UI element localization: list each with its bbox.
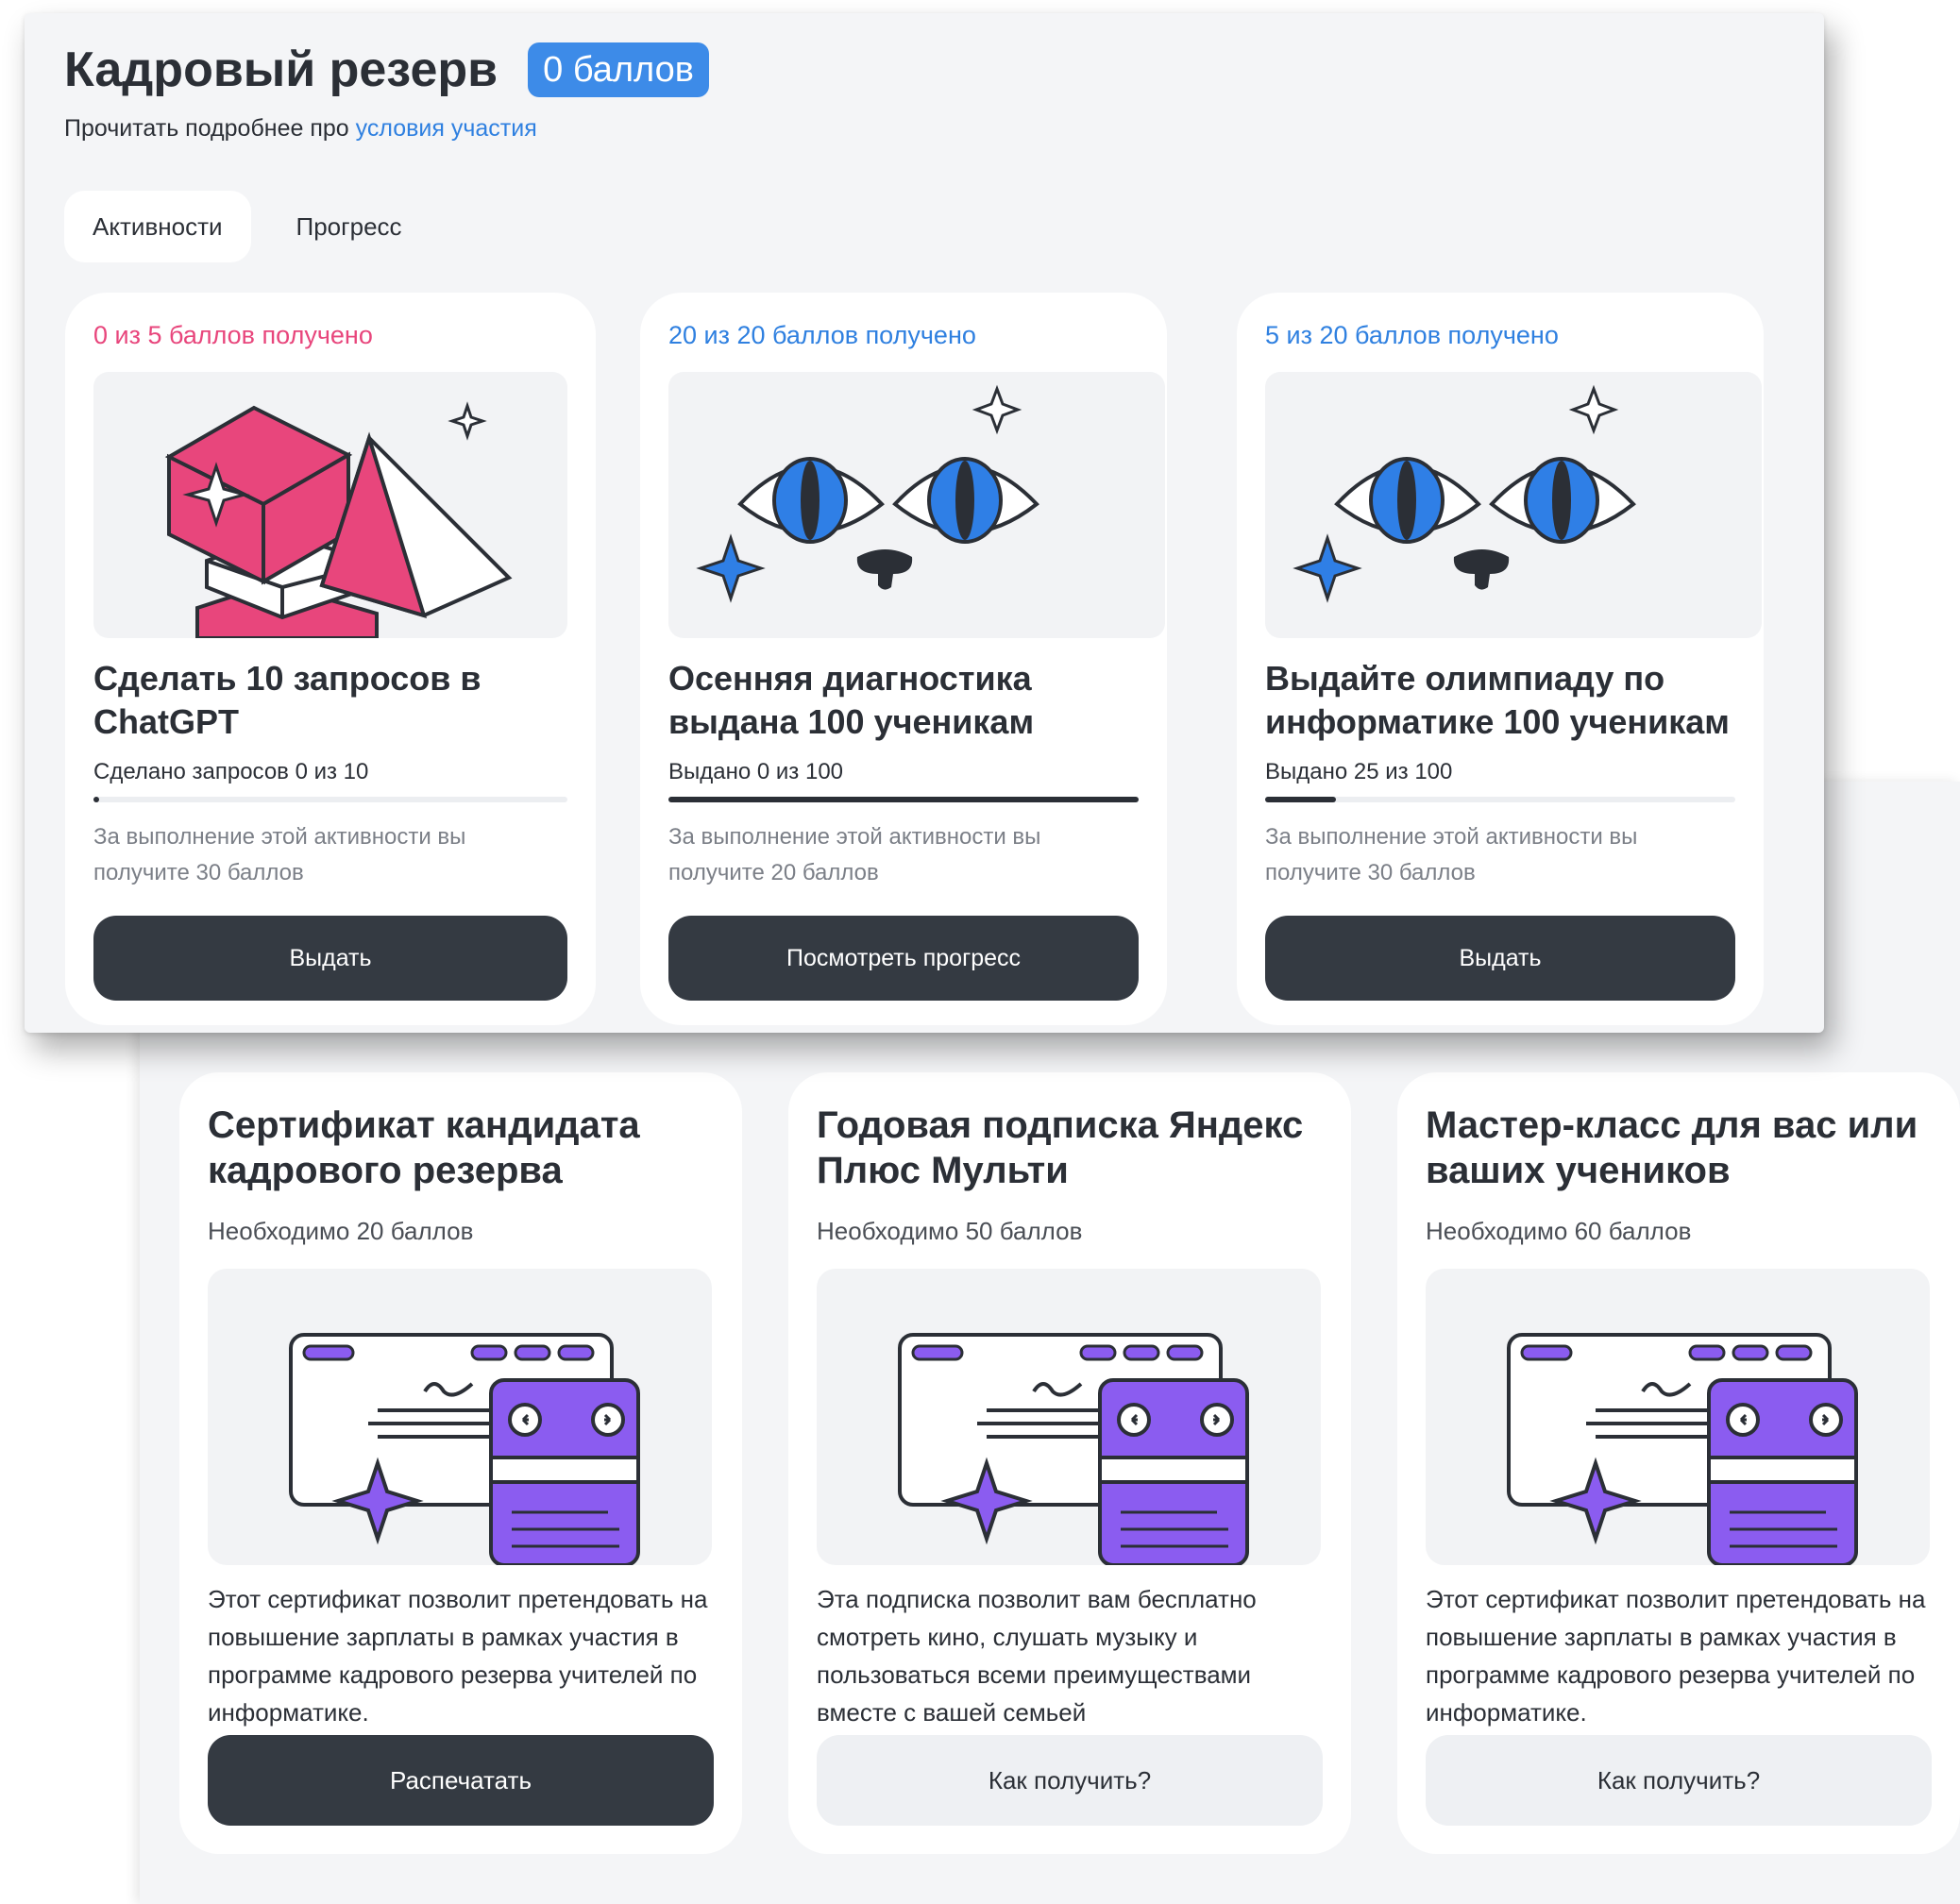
reward-description: Эта подписка позволит вам бесплатно смот… xyxy=(817,1585,1257,1727)
progress-bar xyxy=(668,797,1139,802)
view-progress-button[interactable]: Посмотреть прогресс xyxy=(668,916,1139,1001)
pink-cubes-pyramid-illustration xyxy=(93,372,567,638)
reward-title: Годовая подписка Яндекс Плюс Мульти xyxy=(817,1104,1304,1191)
certificate-window-illustration xyxy=(817,1269,1321,1565)
reward-card-yandex-plus: Годовая подписка Яндекс Плюс Мульти Необ… xyxy=(788,1072,1351,1854)
progress-label: Выдано 25 из 100 xyxy=(1265,759,1453,784)
subtitle-text: Прочитать подробнее про xyxy=(64,115,356,142)
how-to-get-button[interactable]: Как получить? xyxy=(1426,1735,1932,1826)
reward-card-certificate: Сертификат кандидата кадрового резерва Н… xyxy=(179,1072,742,1854)
activity-card-chatgpt: 0 из 5 баллов получено Сделать 10 запрос… xyxy=(65,293,596,1025)
activity-note: За выполнение этой активности вы получит… xyxy=(1265,824,1638,885)
reward-title: Сертификат кандидата кадрового резерва xyxy=(208,1104,640,1191)
progress-bar-fill xyxy=(668,797,1139,802)
progress-label: Выдано 0 из 100 xyxy=(668,759,844,784)
tab-activities[interactable]: Активности xyxy=(64,191,251,262)
activity-card-diagnostics: 20 из 20 баллов получено Осенняя диагнос… xyxy=(640,293,1167,1025)
activities-panel: Кадровый резерв 0 баллов Прочитать подро… xyxy=(25,13,1824,1033)
activity-title: Выдайте олимпиаду по информатике 100 уче… xyxy=(1265,659,1730,741)
reward-required-points: Необходимо 60 баллов xyxy=(1426,1217,1692,1245)
print-button[interactable]: Распечатать xyxy=(208,1735,714,1826)
activity-note: За выполнение этой активности вы получит… xyxy=(668,824,1041,885)
cat-eyes-illustration xyxy=(1265,372,1762,638)
progress-bar-fill xyxy=(1265,797,1336,802)
certificate-window-illustration xyxy=(208,1269,712,1565)
activity-title: Осенняя диагностика выдана 100 ученикам xyxy=(668,659,1035,741)
points-earned: 5 из 20 баллов получено xyxy=(1265,321,1559,349)
activity-note: За выполнение этой активности вы получит… xyxy=(93,824,466,885)
progress-label: Сделано запросов 0 из 10 xyxy=(93,759,369,784)
certificate-window-illustration xyxy=(1426,1269,1930,1565)
reward-title: Мастер-класс для вас или ваших учеников xyxy=(1426,1104,1918,1191)
progress-bar xyxy=(93,797,567,802)
tab-progress[interactable]: Прогресс xyxy=(268,191,431,262)
reward-description: Этот сертификат позволит претендовать на… xyxy=(1426,1585,1926,1727)
issue-button[interactable]: Выдать xyxy=(1265,916,1735,1001)
progress-bar-fill xyxy=(93,797,99,802)
subtitle: Прочитать подробнее про условия участия xyxy=(64,115,537,143)
progress-bar xyxy=(1265,797,1735,802)
points-earned: 20 из 20 баллов получено xyxy=(668,321,976,349)
activity-card-olympiad: 5 из 20 баллов получено Выдайте олимпиад… xyxy=(1237,293,1764,1025)
tabs: Активности Прогресс xyxy=(64,191,431,262)
cat-eyes-illustration xyxy=(668,372,1165,638)
points-earned: 0 из 5 баллов получено xyxy=(93,321,373,349)
participation-terms-link[interactable]: условия участия xyxy=(356,115,537,142)
reward-description: Этот сертификат позволит претендовать на… xyxy=(208,1585,708,1727)
reward-card-masterclass: Мастер-класс для вас или ваших учеников … xyxy=(1397,1072,1960,1854)
activity-title: Сделать 10 запросов в ChatGPT xyxy=(93,659,482,741)
reward-required-points: Необходимо 50 баллов xyxy=(817,1217,1083,1245)
page-title: Кадровый резерв xyxy=(64,42,498,97)
points-badge: 0 баллов xyxy=(528,42,709,97)
how-to-get-button[interactable]: Как получить? xyxy=(817,1735,1323,1826)
issue-button[interactable]: Выдать xyxy=(93,916,567,1001)
reward-required-points: Необходимо 20 баллов xyxy=(208,1217,474,1245)
header: Кадровый резерв 0 баллов xyxy=(64,42,709,98)
